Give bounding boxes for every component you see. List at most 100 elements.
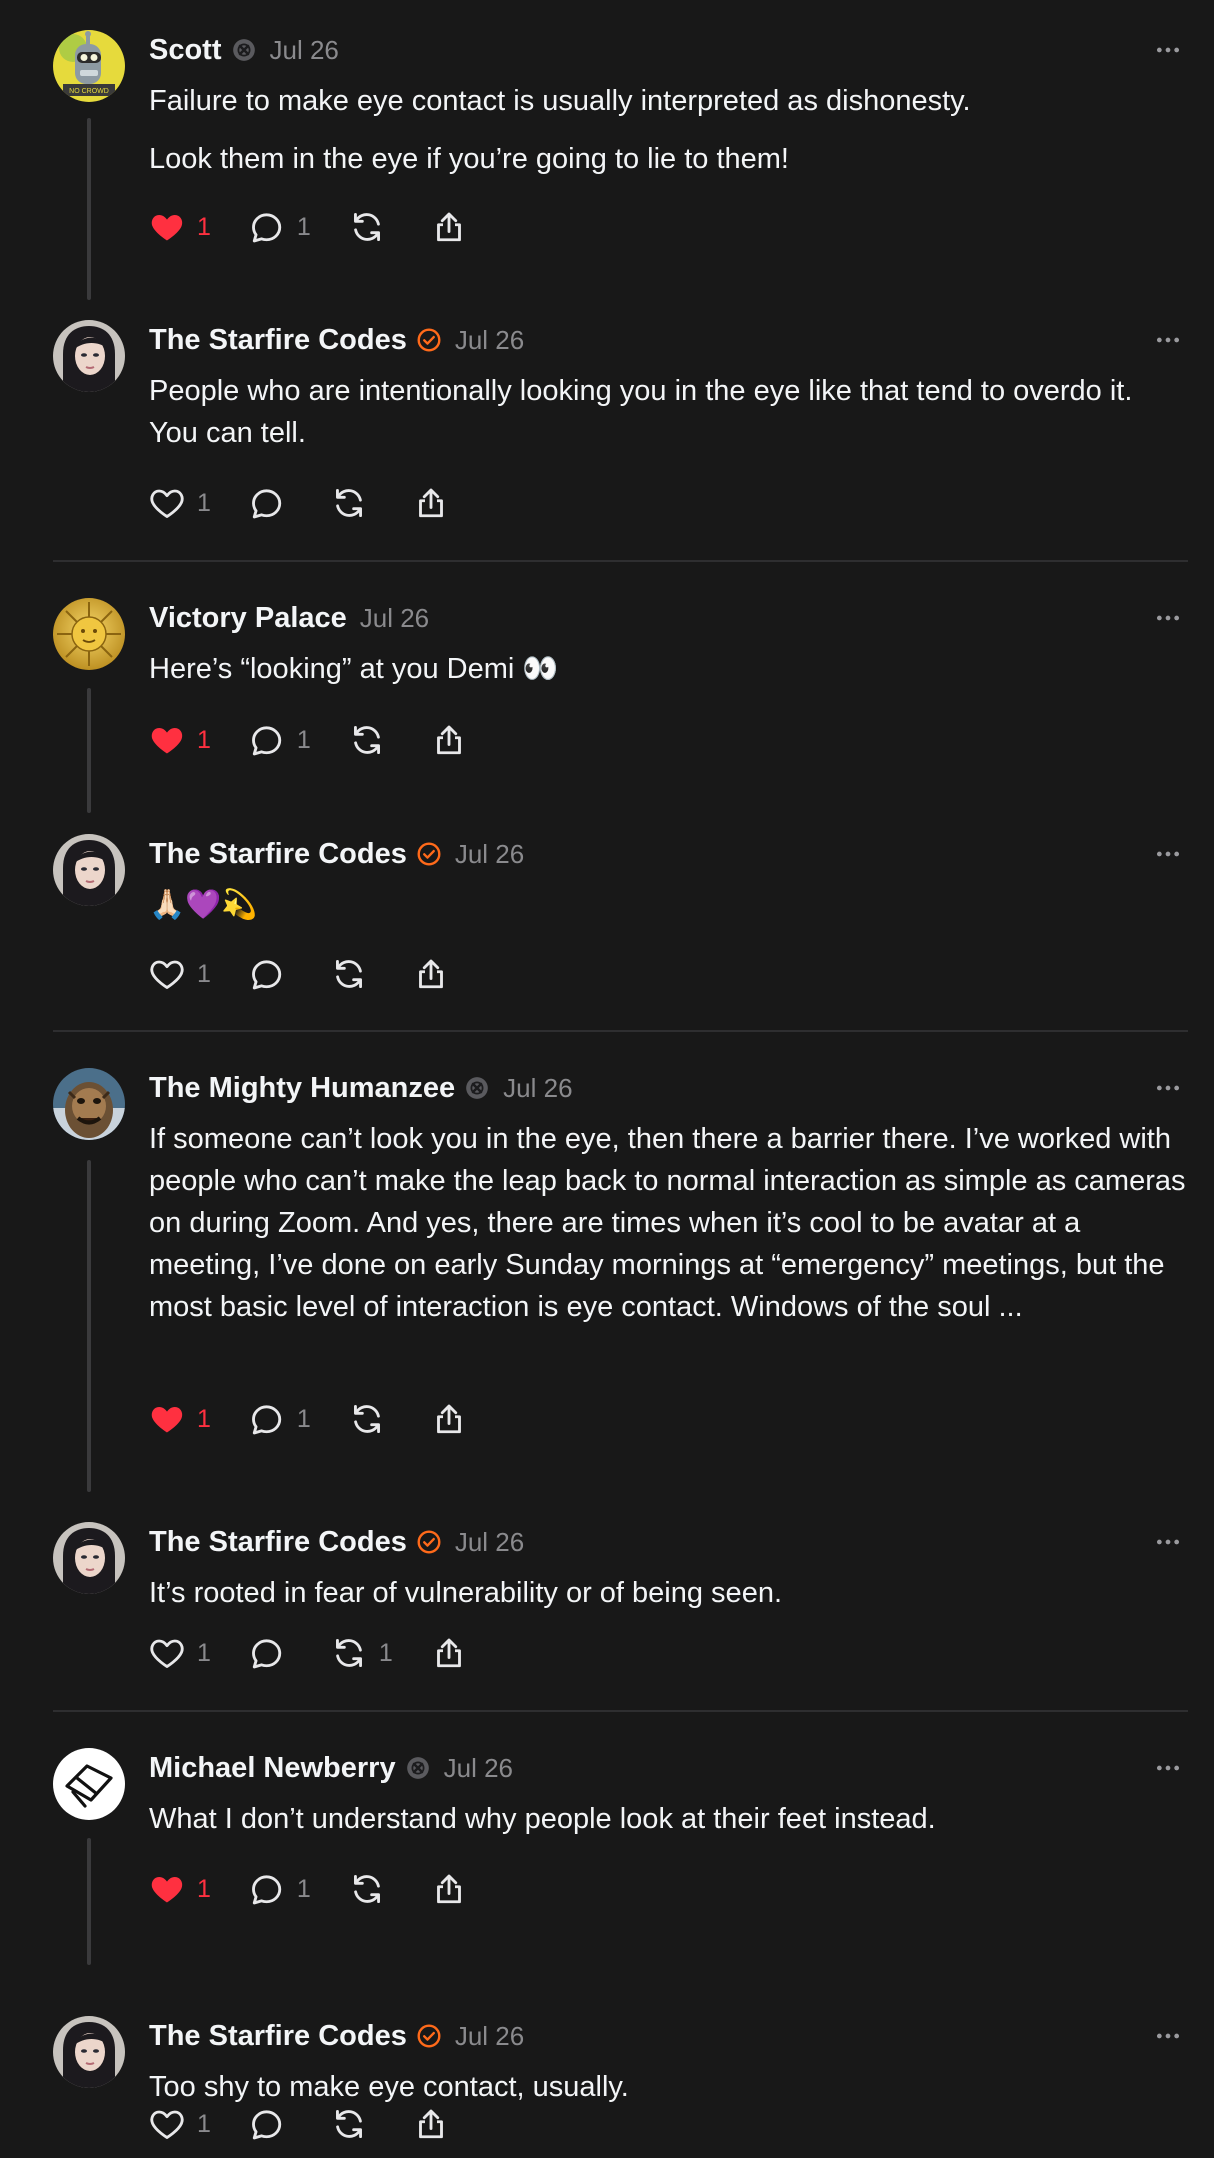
author-name[interactable]: The Starfire Codes [149,2020,407,2053]
repost-icon [349,722,385,758]
like-button[interactable]: 1 [149,1632,211,1674]
post-content: The Starfire Codes Jul 26 Too shy to make … [149,2016,1188,2108]
avatar[interactable] [53,320,125,392]
post-text: It’s rooted in fear of vulnerability or … [149,1572,1188,1614]
post-timestamp: Jul 26 [454,324,525,355]
post-paragraph: If someone can’t look you in the eye, th… [149,1123,1186,1323]
post-timestamp: Jul 26 [359,602,430,633]
author-name[interactable]: The Starfire Codes [149,324,407,357]
like-button[interactable]: 1 [149,1868,211,1910]
thread-connector-line [87,688,91,813]
thread-post: The Starfire Codes Jul 26 It’s rooted in f… [0,1492,1214,1710]
post-text: Too shy to make eye contact, usually. [149,2066,1188,2108]
author-name[interactable]: Michael Newberry [149,1752,396,1785]
avatar[interactable] [53,1748,125,1820]
like-button[interactable]: 1 [149,2103,211,2145]
repost-button[interactable] [331,482,367,524]
reply-button[interactable]: 1 [249,719,311,761]
thread-post: The Starfire Codes Jul 26 🙏🏻💜💫 1 [0,804,1214,1030]
reply-button[interactable] [249,1632,285,1674]
reply-button[interactable]: 1 [249,206,311,248]
author-name[interactable]: The Mighty Humanzee [149,1072,455,1105]
post-content: Scott Jul 26 Failure to make eye contact i… [149,30,1188,180]
like-button[interactable]: 1 [149,1398,211,1440]
reply-button[interactable] [249,2103,285,2145]
like-button[interactable]: 1 [149,206,211,248]
post-header: Michael Newberry Jul 26 [149,1748,1188,1788]
share-button[interactable] [431,1398,467,1440]
svg-text:NO CROWD: NO CROWD [69,88,109,95]
post-paragraph: What I don’t understand why people look … [149,1803,936,1835]
more-options-button[interactable] [1148,30,1188,70]
post-header: The Starfire Codes Jul 26 [149,834,1188,874]
more-options-button[interactable] [1148,598,1188,638]
author-name[interactable]: The Starfire Codes [149,1526,407,1559]
share-button[interactable] [413,953,449,995]
post-text: If someone can’t look you in the eye, th… [149,1118,1188,1328]
thread-feed: NO CROWD Scott Jul 26 Failure to make eye c… [0,0,1214,2158]
post-actions: 1 [149,953,487,995]
reply-count: 1 [296,1874,311,1903]
reply-count: 1 [296,1404,311,1433]
reply-button[interactable] [249,482,285,524]
more-options-button[interactable] [1148,834,1188,874]
comment-icon [249,485,285,521]
more-options-button[interactable] [1148,1068,1188,1108]
more-horizontal-icon [1155,37,1181,63]
more-options-button[interactable] [1148,1522,1188,1562]
repost-button[interactable] [349,1398,385,1440]
post-paragraph: Look them in the eye if you’re going to … [149,143,789,175]
share-button[interactable] [431,1632,467,1674]
like-button[interactable]: 1 [149,953,211,995]
thread-divider [53,1710,1188,1712]
avatar[interactable] [53,834,125,906]
more-options-button[interactable] [1148,320,1188,360]
repost-button[interactable] [331,2103,367,2145]
avatar[interactable] [53,2016,125,2088]
post-header: The Mighty Humanzee Jul 26 [149,1068,1188,1108]
like-button[interactable]: 1 [149,482,211,524]
reply-button[interactable]: 1 [249,1398,311,1440]
repost-button[interactable] [349,719,385,761]
repost-button[interactable]: 1 [331,1632,393,1674]
like-button[interactable]: 1 [149,719,211,761]
share-button[interactable] [431,1868,467,1910]
repost-icon [331,1635,367,1671]
heart-filled-icon [149,722,185,758]
blocked-badge-icon [405,1755,431,1781]
author-name[interactable]: The Starfire Codes [149,838,407,871]
author-name[interactable]: Scott [149,34,222,67]
share-button[interactable] [431,206,467,248]
repost-button[interactable] [349,1868,385,1910]
repost-button[interactable] [331,953,367,995]
repost-count: 1 [378,1638,393,1667]
post-header: The Starfire Codes Jul 26 [149,2016,1188,2056]
post-actions: 11 [149,719,505,761]
post-paragraph: Here’s “looking” at you Demi 👀 [149,653,559,685]
avatar[interactable]: NO CROWD [53,30,125,102]
share-icon [413,485,449,521]
like-count: 1 [197,1874,211,1903]
thread-connector-line [87,1160,91,1492]
more-horizontal-icon [1155,841,1181,867]
share-button[interactable] [431,719,467,761]
reply-count: 1 [296,212,311,241]
avatar[interactable] [53,598,125,670]
more-options-button[interactable] [1148,2016,1188,2056]
avatar[interactable] [53,1068,125,1140]
woman-avatar [53,320,125,392]
share-button[interactable] [413,482,449,524]
post-content: Michael Newberry Jul 26 What I don’t under… [149,1748,1188,1840]
reply-button[interactable] [249,953,285,995]
repost-button[interactable] [349,206,385,248]
share-button[interactable] [413,2103,449,2145]
post-text: Here’s “looking” at you Demi 👀 [149,648,1188,690]
shape-logo-avatar [53,1748,125,1820]
author-name[interactable]: Victory Palace [149,602,347,635]
woman-avatar [53,1522,125,1594]
share-icon [431,1635,467,1671]
more-options-button[interactable] [1148,1748,1188,1788]
reply-button[interactable]: 1 [249,1868,311,1910]
post-timestamp: Jul 26 [269,34,339,65]
avatar[interactable] [53,1522,125,1594]
